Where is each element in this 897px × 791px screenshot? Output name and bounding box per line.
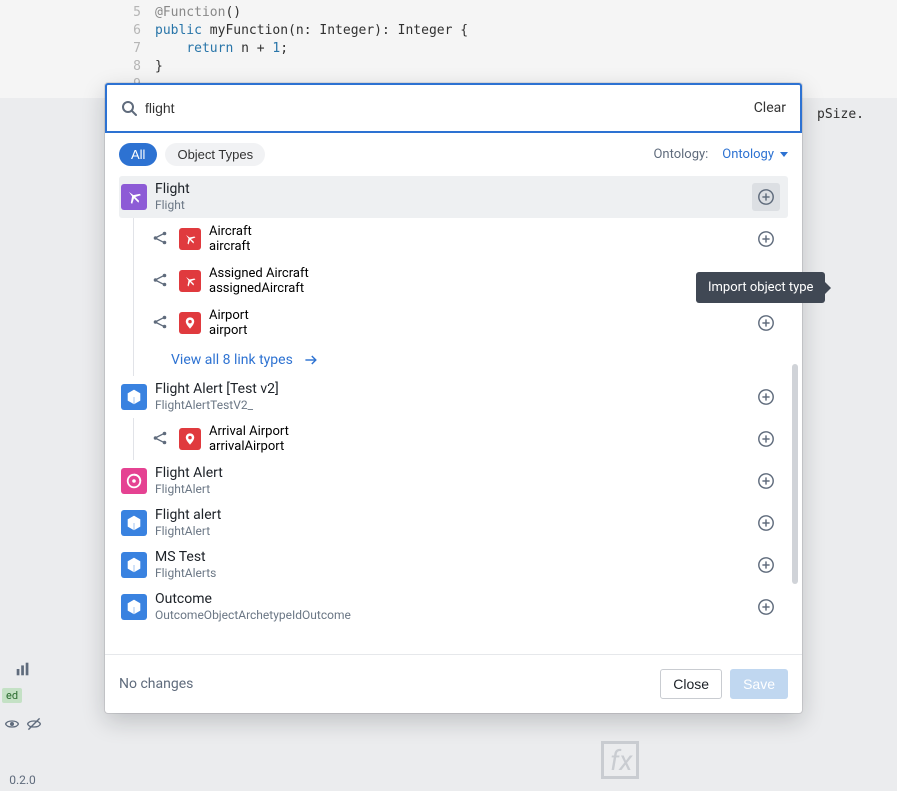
object-icon (121, 594, 147, 620)
link-icon (151, 271, 171, 291)
result-title: Flight Alert (155, 465, 752, 482)
add-button[interactable] (752, 467, 780, 495)
add-button[interactable] (752, 425, 780, 453)
result-row[interactable]: Flight Alert [Test v2] FlightAlertTestV2… (119, 376, 788, 418)
object-icon (121, 552, 147, 578)
result-subtitle: FlightAlert (155, 524, 752, 539)
result-subtitle: OutcomeObjectArchetypeIdOutcome (155, 608, 752, 623)
add-button[interactable] (752, 225, 780, 253)
eye-icon[interactable] (3, 709, 21, 739)
search-icon (121, 100, 137, 116)
link-group: Aircraft aircraft Assigned Aircraft assi… (133, 218, 788, 376)
fx-illustration (590, 735, 650, 785)
link-title: Assigned Aircraft (209, 266, 752, 281)
search-bar: Clear (105, 83, 802, 133)
link-subtitle: assignedAircraft (209, 281, 752, 296)
result-subtitle: Flight (155, 198, 752, 213)
add-button[interactable] (752, 593, 780, 621)
result-subtitle: FlightAlerts (155, 566, 752, 581)
add-button[interactable] (752, 551, 780, 579)
link-subtitle: arrivalAirport (209, 439, 752, 454)
version-text: 0.2.0 (0, 773, 45, 787)
link-row[interactable]: Airport airport (137, 302, 788, 344)
result-row[interactable]: Flight Alert FlightAlert (119, 460, 788, 502)
result-title: MS Test (155, 549, 752, 566)
filter-all[interactable]: All (119, 143, 157, 166)
result-title: Outcome (155, 591, 752, 608)
result-title: Flight Alert [Test v2] (155, 381, 752, 398)
import-modal: Clear All Object Types Ontology: Ontolog… (105, 83, 802, 713)
scrollbar-thumb[interactable] (792, 364, 798, 584)
link-object-icon (179, 228, 201, 250)
chart-icon[interactable] (5, 654, 41, 684)
filter-row: All Object Types Ontology: Ontology (105, 133, 802, 176)
ontology-value: Ontology (722, 147, 774, 162)
result-row[interactable]: Flight Flight (119, 176, 788, 218)
filter-object-types[interactable]: Object Types (165, 143, 265, 166)
save-button[interactable]: Save (730, 669, 788, 699)
link-icon (151, 313, 171, 333)
tag-badge: ed (2, 688, 22, 703)
ontology-label: Ontology: (653, 147, 708, 162)
result-row[interactable]: Flight alert FlightAlert (119, 502, 788, 544)
add-button[interactable] (752, 309, 780, 337)
link-group: Arrival Airport arrivalAirport (133, 418, 788, 460)
chevron-down-icon (780, 152, 788, 157)
view-all-text: View all 8 link types (171, 352, 293, 368)
link-subtitle: aircraft (209, 239, 752, 254)
result-row[interactable]: MS Test FlightAlerts (119, 544, 788, 586)
eye-off-icon[interactable] (25, 709, 43, 739)
object-icon (121, 384, 147, 410)
link-subtitle: airport (209, 323, 752, 338)
link-row[interactable]: Assigned Aircraft assignedAircraft (137, 260, 788, 302)
add-button[interactable] (752, 509, 780, 537)
close-button[interactable]: Close (660, 669, 722, 699)
add-button[interactable] (752, 183, 780, 211)
modal-footer: No changes Close Save (105, 654, 802, 713)
link-row[interactable]: Aircraft aircraft (137, 218, 788, 260)
object-icon (121, 510, 147, 536)
link-title: Aircraft (209, 224, 752, 239)
result-title: Flight (155, 181, 752, 198)
result-subtitle: FlightAlertTestV2_ (155, 398, 752, 413)
result-subtitle: FlightAlert (155, 482, 752, 497)
clear-button[interactable]: Clear (754, 100, 786, 116)
add-button[interactable] (752, 383, 780, 411)
tooltip: Import object type (696, 272, 825, 303)
result-title: Flight alert (155, 507, 752, 524)
link-title: Airport (209, 308, 752, 323)
ontology-select[interactable]: Ontology (722, 147, 788, 162)
link-object-icon (179, 270, 201, 292)
link-icon (151, 429, 171, 449)
view-all-link[interactable]: View all 8 link types (137, 344, 319, 376)
result-row[interactable]: Outcome OutcomeObjectArchetypeIdOutcome (119, 586, 788, 628)
link-icon (151, 229, 171, 249)
object-icon (121, 468, 147, 494)
bg-toolbar: ed 0.2.0 (0, 650, 45, 791)
link-row[interactable]: Arrival Airport arrivalAirport (137, 418, 788, 460)
link-title: Arrival Airport (209, 424, 752, 439)
results-list: Flight Flight Aircraft aircraft Assigned… (105, 176, 802, 654)
link-object-icon (179, 312, 201, 334)
search-input[interactable] (145, 100, 754, 116)
link-object-icon (179, 428, 201, 450)
object-icon (121, 184, 147, 210)
status-text: No changes (119, 676, 652, 692)
